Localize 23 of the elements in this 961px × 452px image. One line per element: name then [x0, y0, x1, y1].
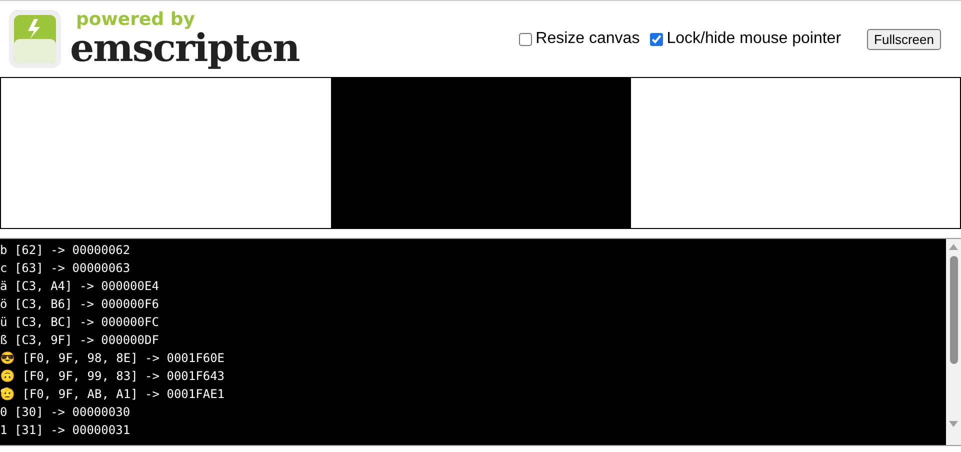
logo-icon — [8, 9, 62, 69]
checkbox[interactable] — [650, 32, 663, 46]
output-line: ä [C3, A4] -> 000000E4 — [0, 278, 160, 295]
output-line: ß [C3, 9F] -> 000000DF — [0, 332, 160, 349]
logo-wordmark: emscripten — [70, 29, 300, 67]
scrollbar[interactable] — [946, 239, 961, 445]
output-line: 😎 [F0, 9F, 98, 8E] -> 0001F60E — [0, 350, 226, 367]
fullscreen-button[interactable]: Fullscreen — [867, 28, 941, 50]
output-line: ü [C3, BC] -> 000000FC — [0, 314, 160, 331]
checkbox-label: Resize canvas — [536, 30, 640, 48]
scrollbar-thumb[interactable] — [950, 256, 958, 364]
output-line: 🫡 [F0, 9F, AB, A1] -> 0001FAE1 — [0, 386, 226, 403]
checkbox-label: Lock/hide mouse pointer — [666, 30, 842, 48]
scroll-down-icon[interactable] — [949, 421, 958, 427]
checkbox[interactable] — [518, 32, 532, 46]
output-line: 0 [30] -> 00000030 — [0, 404, 132, 421]
output-line: 🙃 [F0, 9F, 99, 83] -> 0001F643 — [0, 368, 226, 385]
scroll-up-icon[interactable] — [949, 244, 958, 250]
output-line: 1 [31] -> 00000031 — [0, 422, 132, 439]
output-line: ö [C3, B6] -> 000000F6 — [0, 296, 160, 313]
logo-tagline: powered by — [76, 11, 196, 29]
output-line: c [63] -> 00000063 — [0, 260, 132, 277]
output-line: b [62] -> 00000062 — [0, 242, 132, 259]
